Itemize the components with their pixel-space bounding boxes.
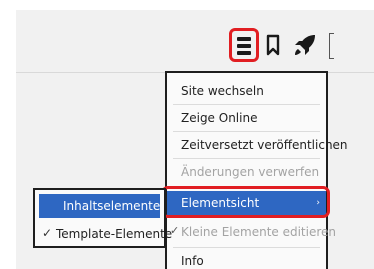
- check-icon: ✓: [42, 226, 53, 240]
- main-dropdown-menu: Site wechseln Zeige Online Zeitversetzt …: [165, 71, 348, 269]
- bookmark-button[interactable]: [266, 34, 280, 56]
- menu-item-label: Site wechseln: [181, 84, 264, 98]
- hamburger-menu-button[interactable]: [229, 28, 259, 62]
- menu-item-label: Zeitversetzt veröffentlichen: [181, 138, 348, 152]
- menu-item-aenderungen-verwerfen: Änderungen verwerfen: [167, 160, 326, 184]
- menu-separator: [173, 131, 320, 132]
- bookmark-icon: [266, 34, 280, 56]
- menu-item-zeige-online[interactable]: Zeige Online: [167, 106, 326, 130]
- menu-item-label: Info: [181, 254, 204, 268]
- screenshot-canvas: Site wechseln Zeige Online Zeitversetzt …: [0, 0, 374, 269]
- menu-item-site-wechseln[interactable]: Site wechseln: [167, 79, 326, 103]
- submenu-item-inhaltselemente[interactable]: Inhaltselemente: [39, 194, 160, 218]
- highlight-frame: [161, 186, 330, 218]
- submenu-item-label: Template-Elemente: [56, 227, 173, 241]
- submenu-item-template-elemente[interactable]: ✓ Template-Elemente: [38, 222, 172, 246]
- rocket-button[interactable]: [292, 32, 318, 58]
- menu-item-zeitversetzt-veroeffentlichen[interactable]: Zeitversetzt veröffentlichen: [167, 133, 348, 157]
- toolbar-button-partial[interactable]: [329, 33, 334, 59]
- rocket-icon: [295, 35, 315, 55]
- menu-separator: [173, 158, 320, 159]
- elementsicht-submenu: Inhaltselemente ✓ Template-Elemente: [33, 188, 172, 248]
- submenu-item-label: Inhaltselemente: [63, 199, 161, 213]
- menu-separator: [173, 247, 320, 248]
- menu-item-label: Zeige Online: [181, 111, 258, 125]
- menu-item-info[interactable]: Info: [167, 249, 326, 269]
- menu-item-label: Kleine Elemente editieren: [181, 225, 337, 239]
- menu-item-kleine-elemente-editieren[interactable]: ✓ Kleine Elemente editieren: [167, 220, 336, 244]
- menu-separator: [173, 104, 320, 105]
- menu-item-label: Änderungen verwerfen: [181, 165, 320, 179]
